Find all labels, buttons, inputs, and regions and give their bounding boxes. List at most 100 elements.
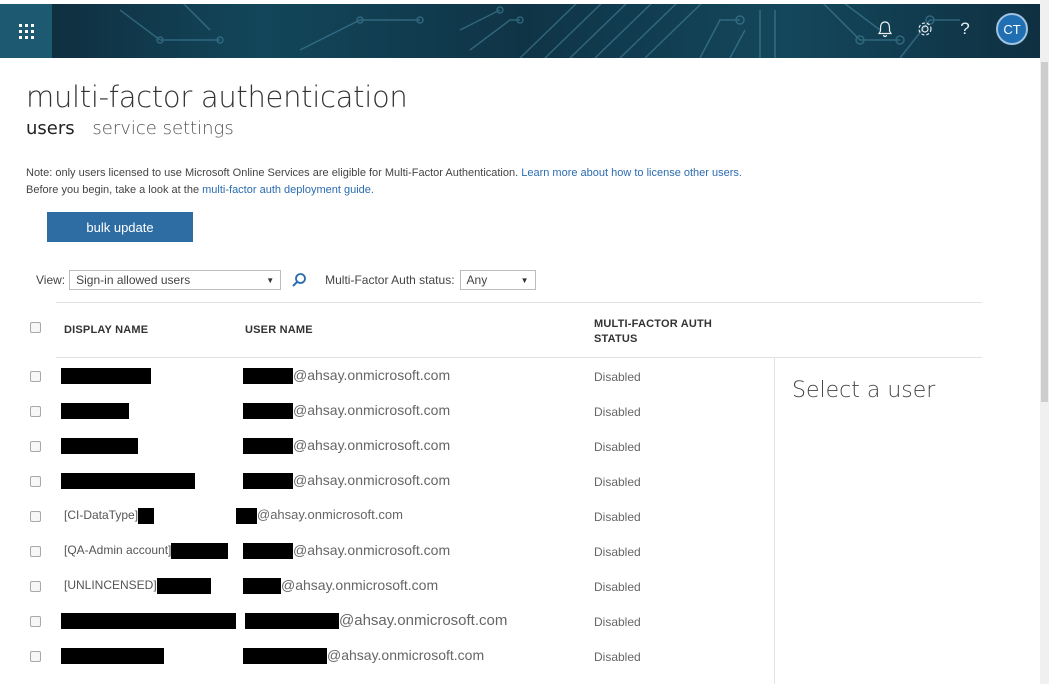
chevron-down-icon: ▼ (266, 275, 275, 285)
bell-icon[interactable] (872, 16, 898, 42)
view-label: View: (36, 273, 66, 287)
gear-icon[interactable] (912, 16, 938, 42)
mfa-status-cell: Disabled (594, 405, 641, 419)
page-tabs: users service settings (26, 118, 246, 139)
redaction-bar (243, 543, 293, 560)
redaction-bar (61, 473, 195, 489)
user-name-domain: @ahsay.onmicrosoft.com (293, 402, 451, 418)
licensing-note: Note: only users licensed to use Microso… (26, 165, 742, 199)
user-name-domain: @ahsay.onmicrosoft.com (293, 437, 451, 453)
app-launcher-icon (18, 23, 34, 39)
page-title: multi-factor authentication (26, 80, 408, 114)
user-name-domain: @ahsay.onmicrosoft.com (281, 577, 439, 593)
user-name-domain: @ahsay.onmicrosoft.com (293, 367, 451, 383)
redaction-bar (61, 368, 151, 384)
view-dropdown-value: Sign-in allowed users (76, 273, 191, 287)
row-checkbox[interactable] (30, 511, 41, 522)
row-checkbox[interactable] (30, 406, 41, 417)
display-name-cell[interactable] (61, 438, 138, 454)
user-name-domain: @ahsay.onmicrosoft.com (257, 507, 403, 522)
display-name-prefix: [QA-Admin account] (64, 543, 172, 558)
row-checkbox[interactable] (30, 581, 41, 592)
display-name-cell[interactable] (61, 473, 195, 489)
redaction-bar (61, 438, 138, 454)
note-line2-text: Before you begin, take a look at the (26, 184, 200, 196)
search-icon[interactable] (291, 272, 307, 288)
select-all-checkbox[interactable] (30, 322, 41, 333)
redaction-bar (243, 473, 293, 490)
display-name-prefix: [CI-DataType] (64, 508, 139, 523)
row-checkbox[interactable] (30, 651, 41, 662)
mfa-status-label: Multi-Factor Auth status: (325, 273, 455, 287)
display-name-cell[interactable] (61, 648, 164, 664)
table-header-divider (56, 357, 982, 358)
detail-panel-divider (774, 358, 775, 684)
user-name-cell: @ahsay.onmicrosoft.com (243, 542, 451, 560)
redaction-bar (61, 613, 236, 629)
mfa-status-cell: Disabled (594, 440, 641, 454)
column-header-display-name[interactable]: DISPLAY NAME (64, 324, 148, 336)
user-name-domain: @ahsay.onmicrosoft.com (339, 612, 508, 629)
redaction-bar (243, 578, 281, 595)
mfa-status-dropdown[interactable]: Any ▼ (459, 270, 536, 290)
mfa-status-cell: Disabled (594, 545, 641, 559)
select-user-placeholder: Select a user (792, 378, 936, 403)
user-name-domain: @ahsay.onmicrosoft.com (293, 542, 451, 558)
user-name-cell: @ahsay.onmicrosoft.com (243, 647, 485, 665)
mfa-status-dropdown-value: Any (466, 273, 488, 287)
column-header-mfa-status[interactable]: MULTI-FACTOR AUTH STATUS (594, 317, 712, 347)
row-checkbox[interactable] (30, 546, 41, 557)
display-name-cell[interactable]: [QA-Admin account] (64, 543, 229, 559)
user-name-cell: @ahsay.onmicrosoft.com (243, 472, 450, 490)
mfa-status-cell: Disabled (594, 370, 641, 384)
display-name-cell[interactable] (61, 613, 236, 629)
redaction-bar (61, 648, 164, 664)
row-checkbox[interactable] (30, 476, 41, 487)
user-name-cell: @ahsay.onmicrosoft.com (243, 402, 451, 420)
column-header-user-name[interactable]: USER NAME (245, 324, 313, 336)
mfa-status-cell: Disabled (594, 615, 641, 629)
view-dropdown[interactable]: Sign-in allowed users ▼ (69, 270, 282, 290)
note-line1-text: Note: only users licensed to use Microso… (26, 167, 519, 179)
display-name-cell[interactable]: [CI-DataType] (64, 508, 155, 524)
user-name-cell: @ahsay.onmicrosoft.com (236, 507, 403, 524)
avatar-initials: CT (1003, 21, 1021, 37)
tab-service-settings[interactable]: service settings (92, 118, 233, 139)
license-users-link[interactable]: Learn more about how to license other us… (521, 167, 742, 179)
table-top-divider (56, 302, 982, 303)
row-checkbox[interactable] (30, 441, 41, 452)
redaction-bar (245, 613, 339, 630)
bulk-update-button[interactable]: bulk update (47, 212, 193, 242)
deployment-guide-link[interactable]: multi-factor auth deployment guide. (202, 184, 374, 196)
app-launcher-button[interactable] (0, 4, 52, 58)
mfa-status-cell: Disabled (594, 475, 641, 489)
page-scrollbar[interactable] (1040, 0, 1049, 684)
filter-bar: View: Sign-in allowed users ▼ Multi-Fact… (36, 270, 536, 290)
row-checkbox[interactable] (30, 371, 41, 382)
redaction-bar (61, 403, 129, 419)
display-name-prefix: [UNLINCENSED] (64, 578, 157, 593)
mfa-status-cell: Disabled (594, 580, 641, 594)
display-name-cell[interactable]: [UNLINCENSED] (64, 578, 211, 594)
top-nav-bar: ? CT (0, 0, 1049, 58)
mfa-status-cell: Disabled (594, 650, 641, 664)
mfa-header-line1: MULTI-FACTOR AUTH (594, 318, 713, 330)
scrollbar-thumb[interactable] (1041, 62, 1048, 402)
row-checkbox[interactable] (30, 616, 41, 627)
redaction-bar (243, 368, 293, 385)
redaction-bar (138, 508, 155, 524)
redaction-bar (171, 543, 229, 559)
mfa-status-cell: Disabled (594, 510, 641, 524)
display-name-cell[interactable] (61, 403, 129, 419)
user-name-domain: @ahsay.onmicrosoft.com (327, 647, 485, 663)
redaction-bar (243, 438, 293, 455)
avatar[interactable]: CT (996, 13, 1028, 45)
redaction-bar (243, 648, 327, 665)
user-name-cell: @ahsay.onmicrosoft.com (243, 577, 439, 595)
help-icon[interactable]: ? (952, 16, 978, 42)
user-name-cell: @ahsay.onmicrosoft.com (243, 437, 451, 455)
display-name-cell[interactable] (61, 368, 151, 384)
redaction-bar (156, 578, 211, 594)
user-name-cell: @ahsay.onmicrosoft.com (245, 612, 508, 630)
tab-users[interactable]: users (26, 118, 75, 139)
